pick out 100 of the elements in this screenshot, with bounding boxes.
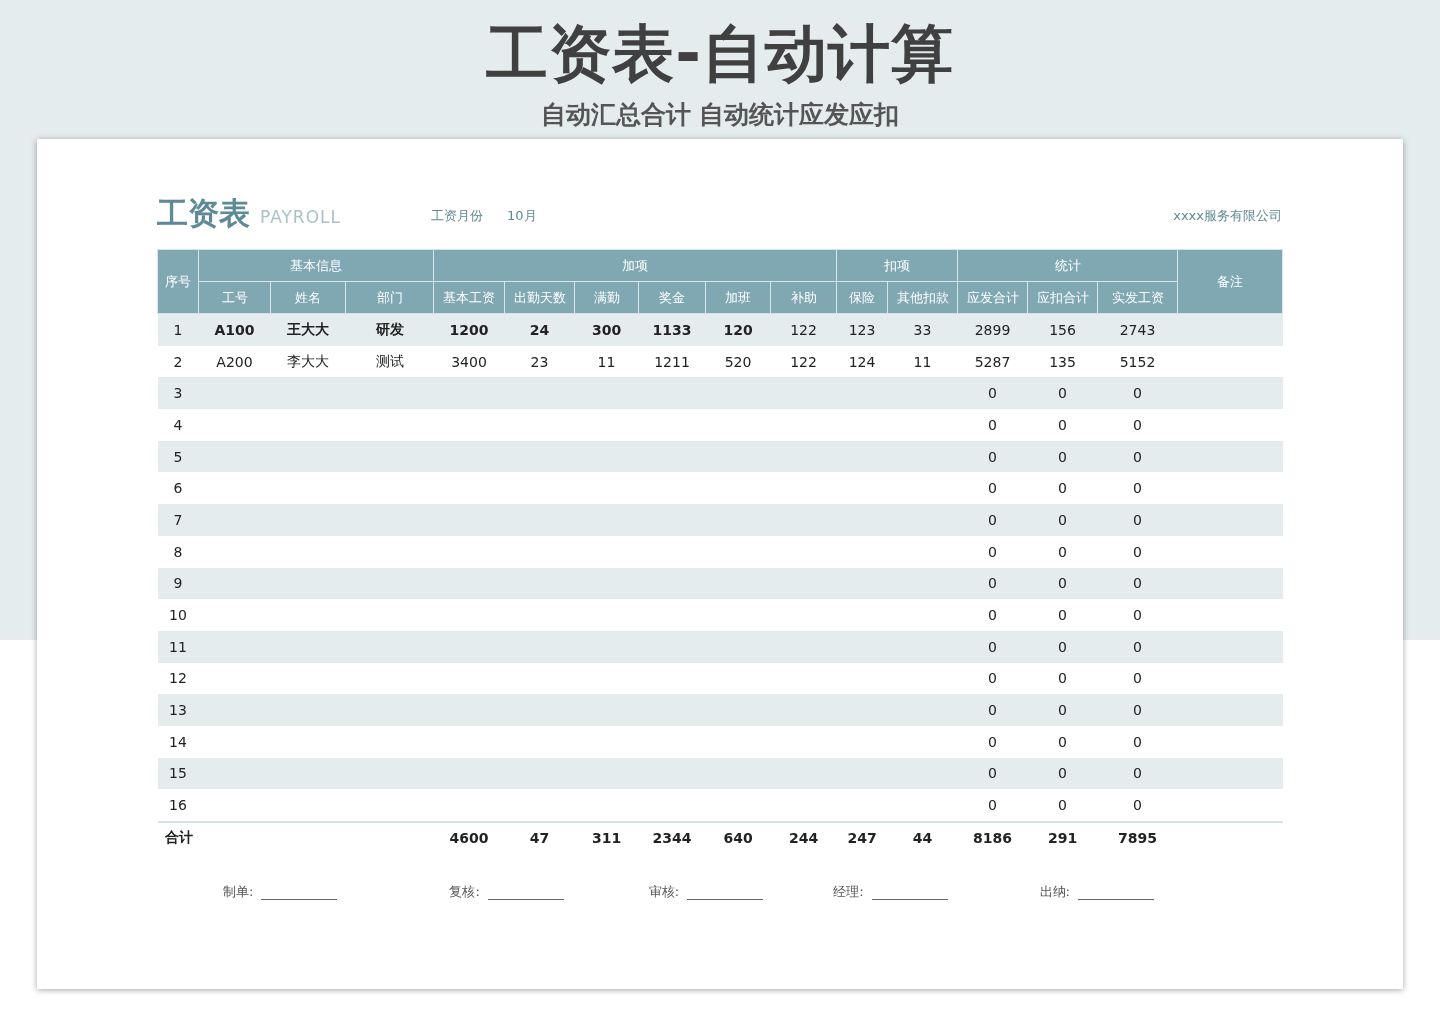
table-cell: 1133	[638, 313, 706, 346]
table-cell: 122	[770, 345, 837, 378]
banner-title: 工资表-自动计算	[486, 16, 954, 92]
sheet-title: 工资表	[157, 195, 250, 231]
table-cell: 0	[1097, 662, 1178, 695]
row-number: 8	[157, 535, 199, 568]
table-cell: 0	[957, 599, 1028, 631]
row-number: 16	[157, 789, 199, 822]
table-cell: 0	[1097, 757, 1178, 790]
table-cell: 李大大	[270, 345, 346, 378]
table-cell: 0	[1097, 630, 1178, 663]
header-cell: 加项	[433, 249, 837, 282]
table-cell: 0	[1097, 377, 1178, 410]
table-cell: 33	[887, 313, 958, 346]
table-cell: 2743	[1097, 313, 1178, 346]
header-cell: 保险	[836, 281, 888, 314]
row-number: 15	[157, 757, 199, 790]
table-cell: A100	[198, 313, 271, 346]
header-cell: 部门	[345, 281, 434, 314]
row-number: 1	[157, 313, 199, 346]
total-cell: 247	[836, 822, 888, 853]
table-cell: 0	[957, 440, 1028, 473]
total-cell: 2344	[638, 822, 706, 853]
signature-label: 制单:	[223, 883, 254, 901]
header-cell: 统计	[957, 249, 1178, 282]
header-cell: 工号	[198, 281, 271, 314]
table-cell: 0	[957, 662, 1028, 695]
table-cell: 123	[836, 313, 888, 346]
header-cell: 基本信息	[198, 249, 434, 282]
total-cell: 47	[504, 822, 575, 853]
table-cell: 0	[957, 472, 1028, 505]
table-cell: 300	[574, 313, 639, 346]
table-cell: 0	[1097, 694, 1178, 726]
table-cell: 0	[957, 630, 1028, 663]
table-cell: 0	[1027, 757, 1098, 790]
company-name: xxxx服务有限公司	[1173, 207, 1282, 225]
table-cell: 0	[957, 409, 1028, 441]
table-cell: 0	[1027, 377, 1098, 410]
header-cell: 应发合计	[957, 281, 1028, 314]
table-cell: 王大大	[270, 313, 346, 346]
total-cell: 311	[574, 822, 639, 853]
table-cell: 0	[1027, 567, 1098, 600]
table-cell: 0	[1097, 440, 1178, 473]
table-cell: 122	[770, 313, 837, 346]
table-cell: 0	[957, 535, 1028, 568]
header-cell: 基本工资	[433, 281, 505, 314]
table-cell: 3400	[433, 345, 505, 378]
table-cell: 0	[1027, 472, 1098, 505]
table-cell: 135	[1027, 345, 1098, 378]
table-cell: 0	[1027, 440, 1098, 473]
table-cell: 0	[957, 725, 1028, 758]
table-cell: 124	[836, 345, 888, 378]
table-cell: 5287	[957, 345, 1028, 378]
table-cell: 11	[887, 345, 958, 378]
month-value: 10月	[507, 207, 537, 225]
table-cell: 156	[1027, 313, 1098, 346]
table-cell: 0	[957, 789, 1028, 822]
total-cell: 8186	[957, 822, 1028, 853]
row-number: 9	[157, 567, 199, 600]
signature-label: 出纳:	[1039, 883, 1070, 901]
table-cell: A200	[198, 345, 271, 378]
row-number: 4	[157, 409, 199, 441]
row-number: 3	[157, 377, 199, 410]
total-label: 合计	[157, 822, 199, 853]
table-cell: 0	[1097, 725, 1178, 758]
table-cell: 0	[1097, 504, 1178, 536]
table-cell: 24	[504, 313, 575, 346]
table-cell: 0	[1027, 535, 1098, 568]
table-cell: 0	[1027, 789, 1098, 822]
table-cell: 0	[1027, 504, 1098, 536]
header-cell: 备注	[1177, 249, 1283, 314]
signature-label: 经理:	[833, 883, 864, 901]
signature-label: 复核:	[449, 883, 480, 901]
table-cell: 0	[957, 757, 1028, 790]
row-number: 13	[157, 694, 199, 726]
table-cell: 0	[957, 694, 1028, 726]
table-cell: 120	[705, 313, 771, 346]
row-number: 2	[157, 345, 199, 378]
header-cell: 加班	[705, 281, 771, 314]
total-cell: 244	[770, 822, 837, 853]
total-cell: 4600	[433, 822, 505, 853]
table-cell: 11	[574, 345, 639, 378]
table-cell: 0	[1027, 409, 1098, 441]
row-number: 11	[157, 630, 199, 663]
row-number: 12	[157, 662, 199, 695]
table-cell: 520	[705, 345, 771, 378]
header-cell: 序号	[157, 249, 199, 314]
table-cell: 5152	[1097, 345, 1178, 378]
total-cell: 640	[705, 822, 771, 853]
table-cell: 0	[957, 377, 1028, 410]
table-cell: 0	[1097, 535, 1178, 568]
header-cell: 姓名	[270, 281, 346, 314]
row-number: 10	[157, 599, 199, 631]
table-cell: 1200	[433, 313, 505, 346]
table-cell: 0	[1027, 599, 1098, 631]
total-cell: 7895	[1097, 822, 1178, 853]
row-number: 14	[157, 725, 199, 758]
banner-subtitle: 自动汇总合计 自动统计应发应扣	[540, 99, 900, 131]
header-cell: 满勤	[574, 281, 639, 314]
table-cell: 2899	[957, 313, 1028, 346]
